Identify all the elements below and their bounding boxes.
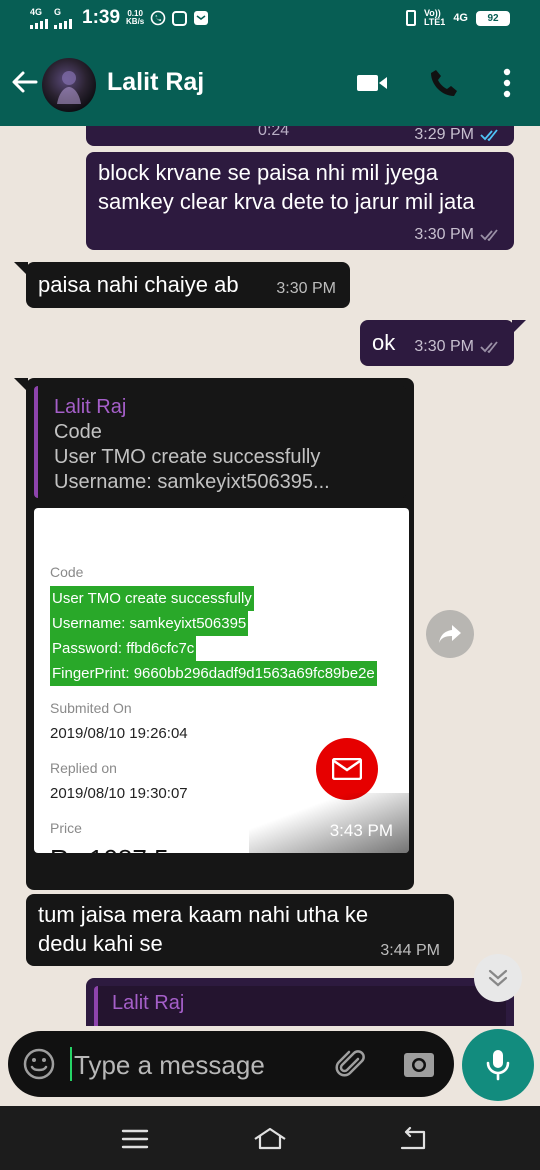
message-time: 3:30 PM	[276, 280, 336, 297]
highlight-line: User TMO create successfully	[50, 586, 254, 611]
volte: Vo)) LTE1	[424, 9, 445, 27]
replied-value: 2019/08/10 19:30:07	[50, 785, 188, 802]
forward-icon	[439, 625, 461, 643]
chat-header: Lalit Raj	[0, 42, 540, 126]
message-time: 3:44 PM	[380, 942, 440, 959]
mail-icon	[332, 758, 362, 780]
network-type-2: G	[54, 6, 62, 17]
arrow-left-icon[interactable]	[10, 68, 38, 96]
signal-2: G	[54, 6, 72, 29]
price-label: Price	[50, 820, 82, 836]
phone-icon[interactable]	[427, 66, 461, 100]
incoming-message[interactable]: paisa nahi chaiye ab 3:30 PM	[14, 262, 350, 308]
bubble-tail-icon	[14, 378, 28, 392]
price-value: Rs.1087.5	[50, 844, 169, 853]
compose-bar: Type a message	[0, 1026, 540, 1106]
gallery-notification-icon	[172, 10, 188, 26]
home-icon[interactable]	[253, 1122, 287, 1156]
system-nav-bar	[0, 1106, 540, 1170]
message-time: 3:43 PM	[329, 821, 393, 840]
signal-1: 4G	[30, 6, 48, 29]
mail-fab	[316, 738, 378, 800]
back-nav-icon[interactable]	[396, 1122, 430, 1156]
read-ticks-icon	[480, 129, 498, 141]
signal-icon	[54, 17, 72, 29]
clock: 1:39	[82, 7, 121, 28]
video-call-icon[interactable]	[355, 66, 389, 100]
submitted-value: 2019/08/10 19:26:04	[50, 725, 188, 742]
quoted-message[interactable]: Lalit Raj	[94, 986, 506, 1026]
chat-area[interactable]: 0:24 3:29 PM block krvane se paisa nhi m…	[0, 126, 540, 1026]
scroll-down-button[interactable]	[474, 954, 522, 1002]
whatsapp-notification-icon	[150, 10, 166, 26]
incoming-message[interactable]: tum jaisa mera kaam nahi utha ke dedu ka…	[26, 894, 454, 966]
emoji-icon[interactable]	[22, 1047, 56, 1081]
replied-label: Replied on	[50, 760, 117, 776]
quoted-line: User TMO create successfully	[54, 446, 321, 468]
message-input-field[interactable]: Type a message	[8, 1031, 454, 1097]
highlight-line: Password: ffbd6cfc7c	[50, 636, 197, 661]
bubble-tail-icon	[14, 262, 28, 276]
delivered-ticks-icon	[480, 341, 498, 353]
status-left: 4G G 1:39 0.10 KB/s	[30, 7, 209, 29]
voice-duration: 0:24	[258, 126, 290, 139]
voice-record-button[interactable]	[462, 1029, 534, 1101]
network-type-1: 4G	[30, 6, 43, 17]
battery-icon: 92	[476, 10, 510, 26]
highlight-line: FingerPrint: 9660bb296dadf9d1563a69fc89b…	[50, 661, 377, 686]
message-time: 3:30 PM	[414, 226, 474, 243]
forward-button[interactable]	[426, 610, 474, 658]
outgoing-reply-partial[interactable]: Lalit Raj	[86, 978, 514, 1026]
submitted-label: Submited On	[50, 700, 132, 716]
highlight-line: Username: samkeyixt506395	[50, 611, 249, 636]
quoted-line: Code	[54, 421, 102, 443]
avatar[interactable]	[42, 58, 96, 112]
code-label: Code	[50, 564, 84, 580]
vibrate-icon	[405, 10, 416, 26]
incoming-image-reply[interactable]: Lalit Raj Code User TMO create successfu…	[14, 378, 414, 890]
text-caret	[70, 1047, 72, 1081]
avatar-figure-icon	[57, 71, 81, 104]
outgoing-message[interactable]: ok 3:30 PM	[360, 320, 526, 366]
attach-icon[interactable]	[334, 1047, 368, 1081]
message-time: 3:30 PM	[414, 338, 474, 355]
net-speed: 0.10 KB/s	[126, 10, 144, 26]
more-vert-icon[interactable]	[490, 66, 524, 100]
delivered-ticks-icon	[480, 229, 498, 241]
message-text: tum jaisa mera kaam nahi utha ke dedu ka…	[38, 902, 369, 956]
quoted-message[interactable]: Lalit Raj Code User TMO create successfu…	[34, 386, 406, 498]
outgoing-message[interactable]: block krvane se paisa nhi mil jyega samk…	[86, 152, 514, 250]
status-bar: 4G G 1:39 0.10 KB/s Vo)) LTE1 4G 92	[0, 0, 540, 42]
quoted-sender: Lalit Raj	[112, 992, 185, 1014]
message-text: block krvane se paisa nhi mil jyega samk…	[98, 160, 475, 214]
contact-name[interactable]: Lalit Raj	[107, 68, 204, 97]
message-text: ok	[372, 330, 396, 355]
mic-icon	[486, 1050, 510, 1081]
message-text: paisa nahi chaiye ab	[38, 272, 239, 297]
quoted-sender: Lalit Raj	[54, 396, 127, 418]
bubble-tail-icon	[512, 320, 526, 334]
status-right: Vo)) LTE1 4G 92	[405, 9, 510, 27]
message-time: 3:29 PM	[414, 126, 474, 143]
net-speed-unit: KB/s	[126, 17, 145, 26]
network-type-right: 4G	[453, 11, 468, 24]
signal-icon	[30, 17, 48, 29]
voice-message[interactable]: 0:24 3:29 PM	[86, 126, 514, 146]
image-attachment[interactable]: Code User TMO create successfully Userna…	[34, 508, 409, 853]
message-input-placeholder[interactable]: Type a message	[74, 1050, 265, 1081]
quoted-line: Username: samkeyixt506395...	[54, 471, 330, 493]
menu-icon[interactable]	[118, 1122, 152, 1156]
mail-notification-icon	[194, 11, 209, 25]
chevron-double-down-icon	[488, 969, 508, 987]
volte-bottom: LTE1	[423, 17, 446, 27]
camera-icon[interactable]	[402, 1047, 436, 1081]
